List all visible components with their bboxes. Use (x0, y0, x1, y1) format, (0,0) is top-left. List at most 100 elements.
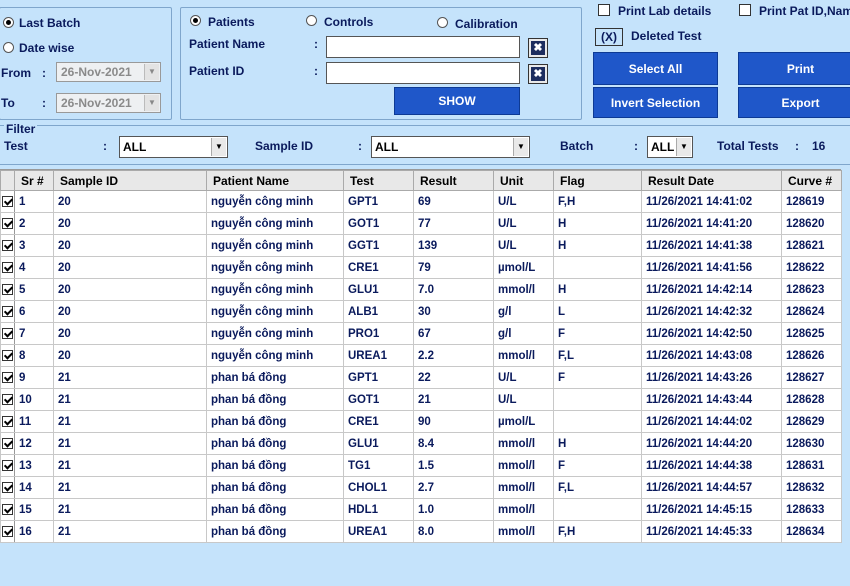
invert-selection-button[interactable]: Invert Selection (593, 87, 718, 118)
table-row[interactable]: 1 20 nguyễn công minh GPT1 69 U/L F,H 11/26/202… (0, 190, 842, 213)
table-cell: 11/26/2021 14:45:15 (641, 498, 782, 521)
to-date-picker[interactable]: 26-Nov-2021 ▼ (56, 93, 161, 113)
row-select-cell[interactable] (0, 432, 15, 455)
chevron-down-icon[interactable]: ▼ (144, 95, 159, 111)
table-row[interactable]: 9 21 phan bá đồng GPT1 22 U/L F 11/26/2021 14:4… (0, 366, 842, 389)
table-row[interactable]: 2 20 nguyễn công minh GOT1 77 U/L H 11/26/2021 … (0, 212, 842, 235)
chevron-down-icon[interactable]: ▼ (211, 138, 226, 156)
row-select-cell[interactable] (0, 520, 15, 543)
clear-patient-id-button[interactable]: ✖ (528, 64, 548, 84)
table-row[interactable]: 7 20 nguyễn công minh PRO1 67 g/l F 11/26/2021 … (0, 322, 842, 345)
row-checkbox[interactable] (2, 305, 13, 317)
show-button[interactable]: SHOW (394, 87, 520, 115)
table-row[interactable]: 15 21 phan bá đồng HDL1 1.0 mmol/l 11/26/2021 … (0, 498, 842, 521)
column-header[interactable]: Flag (553, 170, 642, 191)
table-cell: mmol/l (493, 476, 554, 499)
batch-filter-select[interactable]: ALL ▼ (647, 136, 693, 158)
row-checkbox[interactable] (2, 195, 13, 207)
table-row[interactable]: 8 20 nguyễn công minh UREA1 2.2 mmol/l F,L 11/2… (0, 344, 842, 367)
row-checkbox[interactable] (2, 393, 13, 405)
column-header[interactable]: Patient Name (206, 170, 344, 191)
print-lab-details-checkbox[interactable] (598, 4, 610, 16)
row-checkbox[interactable] (2, 217, 13, 229)
table-cell: GLU1 (343, 278, 414, 301)
patient-name-label: Patient Name (189, 37, 266, 51)
table-row[interactable]: 12 21 phan bá đồng GLU1 8.4 mmol/l H 11/26/2021… (0, 432, 842, 455)
chevron-down-icon[interactable]: ▼ (144, 64, 159, 80)
row-select-cell[interactable] (0, 190, 15, 213)
table-row[interactable]: 16 21 phan bá đồng UREA1 8.0 mmol/l F,H 11/26/2… (0, 520, 842, 543)
column-header[interactable]: Result Date (641, 170, 782, 191)
filter-batch-colon: : (634, 139, 638, 153)
row-checkbox[interactable] (2, 525, 13, 537)
table-cell: 21 (53, 520, 207, 543)
row-checkbox[interactable] (2, 371, 13, 383)
controls-radio[interactable] (306, 15, 317, 26)
row-checkbox[interactable] (2, 481, 13, 493)
chevron-down-icon[interactable]: ▼ (676, 138, 691, 156)
column-header[interactable]: Sample ID (53, 170, 207, 191)
row-select-cell[interactable] (0, 476, 15, 499)
sample-id-filter-select[interactable]: ALL ▼ (371, 136, 530, 158)
row-select-cell[interactable] (0, 498, 15, 521)
row-select-cell[interactable] (0, 300, 15, 323)
table-cell: 16 (14, 520, 54, 543)
export-button[interactable]: Export (738, 87, 850, 118)
clear-patient-name-button[interactable]: ✖ (528, 38, 548, 58)
table-row[interactable]: 11 21 phan bá đồng CRE1 90 µmol/L 11/26/2021 1… (0, 410, 842, 433)
patient-id-input[interactable] (326, 62, 520, 84)
row-checkbox[interactable] (2, 503, 13, 515)
row-select-cell[interactable] (0, 234, 15, 257)
row-select-cell[interactable] (0, 454, 15, 477)
row-checkbox[interactable] (2, 437, 13, 449)
table-cell: 9 (14, 366, 54, 389)
from-date-picker[interactable]: 26-Nov-2021 ▼ (56, 62, 161, 82)
table-row[interactable]: 5 20 nguyễn công minh GLU1 7.0 mmol/l H 11/26/2… (0, 278, 842, 301)
row-select-cell[interactable] (0, 322, 15, 345)
table-cell: 20 (53, 234, 207, 257)
row-checkbox[interactable] (2, 283, 13, 295)
patients-radio[interactable] (190, 15, 201, 26)
calibration-radio[interactable] (437, 17, 448, 28)
table-cell: U/L (493, 234, 554, 257)
row-checkbox[interactable] (2, 459, 13, 471)
table-cell: 79 (413, 256, 494, 279)
row-select-cell[interactable] (0, 212, 15, 235)
test-filter-select[interactable]: ALL ▼ (119, 136, 228, 158)
table-row[interactable]: 6 20 nguyễn công minh ALB1 30 g/l L 11/26/2021 … (0, 300, 842, 323)
row-select-cell[interactable] (0, 410, 15, 433)
row-select-cell[interactable] (0, 278, 15, 301)
row-checkbox[interactable] (2, 415, 13, 427)
row-select-cell[interactable] (0, 256, 15, 279)
print-button[interactable]: Print (738, 52, 850, 85)
print-pat-checkbox[interactable] (739, 4, 751, 16)
table-cell: 128619 (781, 190, 842, 213)
column-header[interactable]: Curve # (781, 170, 842, 191)
table-row[interactable]: 14 21 phan bá đồng CHOL1 2.7 mmol/l F,L 11/26/2… (0, 476, 842, 499)
patient-name-input[interactable] (326, 36, 520, 58)
table-row[interactable]: 10 21 phan bá đồng GOT1 21 U/L 11/26/2021 14:4… (0, 388, 842, 411)
chevron-down-icon[interactable]: ▼ (513, 138, 528, 156)
date-wise-radio[interactable] (3, 42, 14, 53)
table-cell: nguyễn công minh (206, 344, 344, 367)
table-row[interactable]: 4 20 nguyễn công minh CRE1 79 µmol/L 11/26/202… (0, 256, 842, 279)
column-header[interactable]: Unit (493, 170, 554, 191)
table-row[interactable]: 13 21 phan bá đồng TG1 1.5 mmol/l F 11/26/2021 … (0, 454, 842, 477)
table-row[interactable]: 3 20 nguyễn công minh GGT1 139 U/L H 11/26/2021… (0, 234, 842, 257)
last-batch-radio[interactable] (3, 17, 14, 28)
row-checkbox[interactable] (2, 349, 13, 361)
table-cell: 20 (53, 190, 207, 213)
row-select-cell[interactable] (0, 344, 15, 367)
column-header[interactable]: Test (343, 170, 414, 191)
select-all-button[interactable]: Select All (593, 52, 718, 85)
table-cell: 20 (53, 322, 207, 345)
row-checkbox[interactable] (2, 261, 13, 273)
table-cell: F,H (553, 190, 642, 213)
row-checkbox[interactable] (2, 327, 13, 339)
row-checkbox[interactable] (2, 239, 13, 251)
row-select-cell[interactable] (0, 388, 15, 411)
column-header[interactable]: Sr # (14, 170, 54, 191)
row-select-cell[interactable] (0, 366, 15, 389)
column-header[interactable] (0, 170, 15, 191)
column-header[interactable]: Result (413, 170, 494, 191)
